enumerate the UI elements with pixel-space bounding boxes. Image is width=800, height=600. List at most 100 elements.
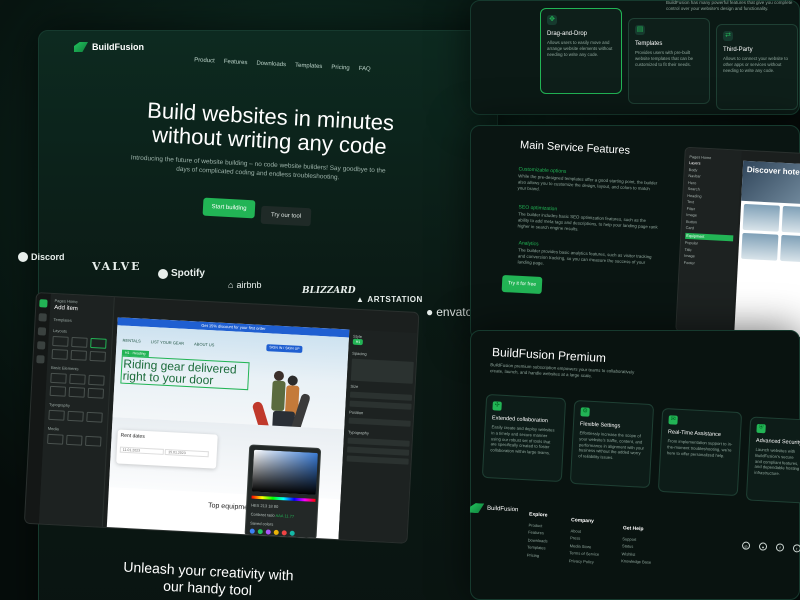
start-building-button[interactable]: Start building <box>202 197 256 219</box>
try-our-tool-button[interactable]: Try our tool <box>260 205 312 227</box>
layer-item[interactable]: Search <box>688 187 736 194</box>
canvas-nav-item[interactable]: LIST YOUR GEAR <box>151 339 185 346</box>
mini-canvas[interactable]: Discover hotels a <box>734 160 800 339</box>
footer-column-title: Get Help <box>622 525 644 533</box>
feature-card-text: Provides users with pre-built website te… <box>635 50 694 67</box>
rent-to-input[interactable]: 15.01.2023 <box>165 448 210 458</box>
settings-icon: ⚙ <box>580 407 590 417</box>
layer-item[interactable]: Popular <box>685 241 733 248</box>
font-weight-select[interactable] <box>347 446 410 456</box>
saved-color-swatch[interactable] <box>281 530 287 536</box>
premium-card-settings[interactable]: ⚙ Flexible Settings Effortlessly increas… <box>569 399 655 489</box>
layer-item[interactable]: Text <box>687 200 735 207</box>
typography-tile[interactable] <box>48 409 65 421</box>
layers-tool-icon[interactable] <box>37 327 47 336</box>
layer-item[interactable]: Title <box>684 247 732 254</box>
layer-item[interactable]: Hero <box>688 180 736 187</box>
mini-breadcrumb: Pages Home <box>689 154 712 160</box>
settings-tool-icon[interactable] <box>36 355 45 364</box>
footer-link[interactable]: Pricing <box>527 551 547 560</box>
premium-card-security[interactable]: ⛨ Advanced Security Launch websites with… <box>745 416 800 504</box>
saved-color-swatch[interactable] <box>265 529 271 535</box>
templates-icon: ▤ <box>635 25 645 35</box>
element-tile[interactable] <box>87 387 105 399</box>
height-field[interactable] <box>349 400 412 410</box>
saved-color-swatch[interactable] <box>257 528 263 535</box>
feature-card-drag-drop[interactable]: ✥ Drag-and-Drop Allows users to easily m… <box>540 8 622 94</box>
try-free-button[interactable]: Try it for free <box>501 274 543 295</box>
layout-tile[interactable] <box>52 335 69 347</box>
layer-item[interactable]: Filter <box>687 206 735 213</box>
brand-logo[interactable]: BuildFusion <box>74 42 144 52</box>
heading-style-pill[interactable]: H1 <box>352 338 364 346</box>
color-format-select[interactable]: HEX <box>251 503 259 508</box>
style-panel: Style H1 Spacing Size Position Typograph… <box>338 329 420 544</box>
layer-item[interactable]: Image <box>686 213 734 220</box>
feature-card-templates[interactable]: ▤ Templates Provides users with pre-buil… <box>628 18 710 104</box>
canvas-nav-item[interactable]: ABOUT US <box>194 341 215 347</box>
media-tile[interactable] <box>85 435 102 447</box>
width-field[interactable] <box>349 391 413 401</box>
hue-slider[interactable] <box>251 495 316 502</box>
layout-tile[interactable] <box>71 336 88 348</box>
discord-icon[interactable]: ● <box>758 542 768 551</box>
artstation-logo: ▲ ARTSTATION <box>356 295 423 304</box>
layer-item[interactable]: Heading <box>687 193 735 200</box>
artstation-logo-text: ARTSTATION <box>367 295 423 304</box>
element-tile[interactable] <box>88 374 105 386</box>
footer-column-title: Explore <box>528 511 548 519</box>
nav-item-faq[interactable]: FAQ <box>359 66 371 73</box>
typography-grid <box>48 409 103 423</box>
canvas-heading[interactable]: Riding gear delivered right to your door <box>120 355 250 391</box>
layout-tile[interactable] <box>70 349 87 361</box>
saved-color-swatch[interactable] <box>249 528 255 534</box>
panel-title: Add item <box>54 304 79 313</box>
layout-tile[interactable] <box>90 337 107 349</box>
layout-tile[interactable] <box>89 350 106 362</box>
layer-item[interactable]: Card <box>686 226 734 233</box>
layer-item[interactable]: Body <box>689 167 737 174</box>
premium-card-collaboration[interactable]: ✣ Extended collaboration Easily create a… <box>481 393 567 483</box>
layer-item[interactable]: Image <box>684 254 732 261</box>
typography-tile[interactable] <box>67 410 84 422</box>
saved-color-swatch[interactable] <box>273 529 279 536</box>
layer-item[interactable]: Navbar <box>688 174 736 181</box>
element-tile[interactable] <box>49 385 67 397</box>
typography-tile[interactable] <box>86 411 103 423</box>
saved-color-swatch[interactable] <box>289 530 295 536</box>
layer-item[interactable]: Button <box>686 219 734 226</box>
spacing-box[interactable] <box>350 358 414 384</box>
font-size-field[interactable] <box>346 455 409 465</box>
layout-tile[interactable] <box>51 348 69 360</box>
feature-card-title: Drag-and-Drop <box>547 31 588 37</box>
feature-card-third-party[interactable]: ⇄ Third-Party Allows to connect your web… <box>716 24 798 110</box>
facebook-icon[interactable]: f <box>775 543 785 552</box>
color-value-field[interactable]: 213 18 80 <box>260 503 278 509</box>
assets-tool-icon[interactable] <box>37 341 46 350</box>
nav-item-pricing[interactable]: Pricing <box>331 65 350 72</box>
rent-from-input[interactable]: 11.01.2023 <box>119 446 164 455</box>
canvas-signin-button[interactable]: SIGN IN / SIGN UP <box>266 344 303 354</box>
twitter-icon[interactable]: t <box>792 544 800 553</box>
canvas-nav-item[interactable]: RENTALS <box>122 338 140 344</box>
media-tile[interactable] <box>47 433 64 445</box>
position-field[interactable] <box>348 417 411 427</box>
element-tile[interactable] <box>50 372 67 384</box>
premium-card-assistance[interactable]: ✉ Real-Time Assistance From implementati… <box>657 407 743 497</box>
layer-item[interactable]: Footer <box>684 260 732 267</box>
rent-dates-card: Rent dates 11.01.2023 15.01.2023 <box>116 429 218 469</box>
element-tile[interactable] <box>68 386 86 398</box>
footer-link[interactable]: Knowledge Base <box>621 557 651 566</box>
canvas-nav: RENTALS LIST YOUR GEAR ABOUT US <box>122 338 214 348</box>
pages-tool-icon[interactable] <box>38 313 47 322</box>
color-gradient-area[interactable] <box>251 449 318 495</box>
media-tile[interactable] <box>66 434 83 446</box>
element-tile[interactable] <box>69 373 86 385</box>
font-family-select[interactable] <box>347 437 410 447</box>
nav-item-product[interactable]: Product <box>194 57 215 64</box>
instagram-icon[interactable]: ◎ <box>741 541 751 550</box>
layer-item-active[interactable]: Equipment <box>685 232 734 241</box>
chat-icon: ✉ <box>668 415 678 425</box>
add-item-tool-icon[interactable] <box>39 299 48 308</box>
nav-item-features[interactable]: Features <box>224 59 248 66</box>
